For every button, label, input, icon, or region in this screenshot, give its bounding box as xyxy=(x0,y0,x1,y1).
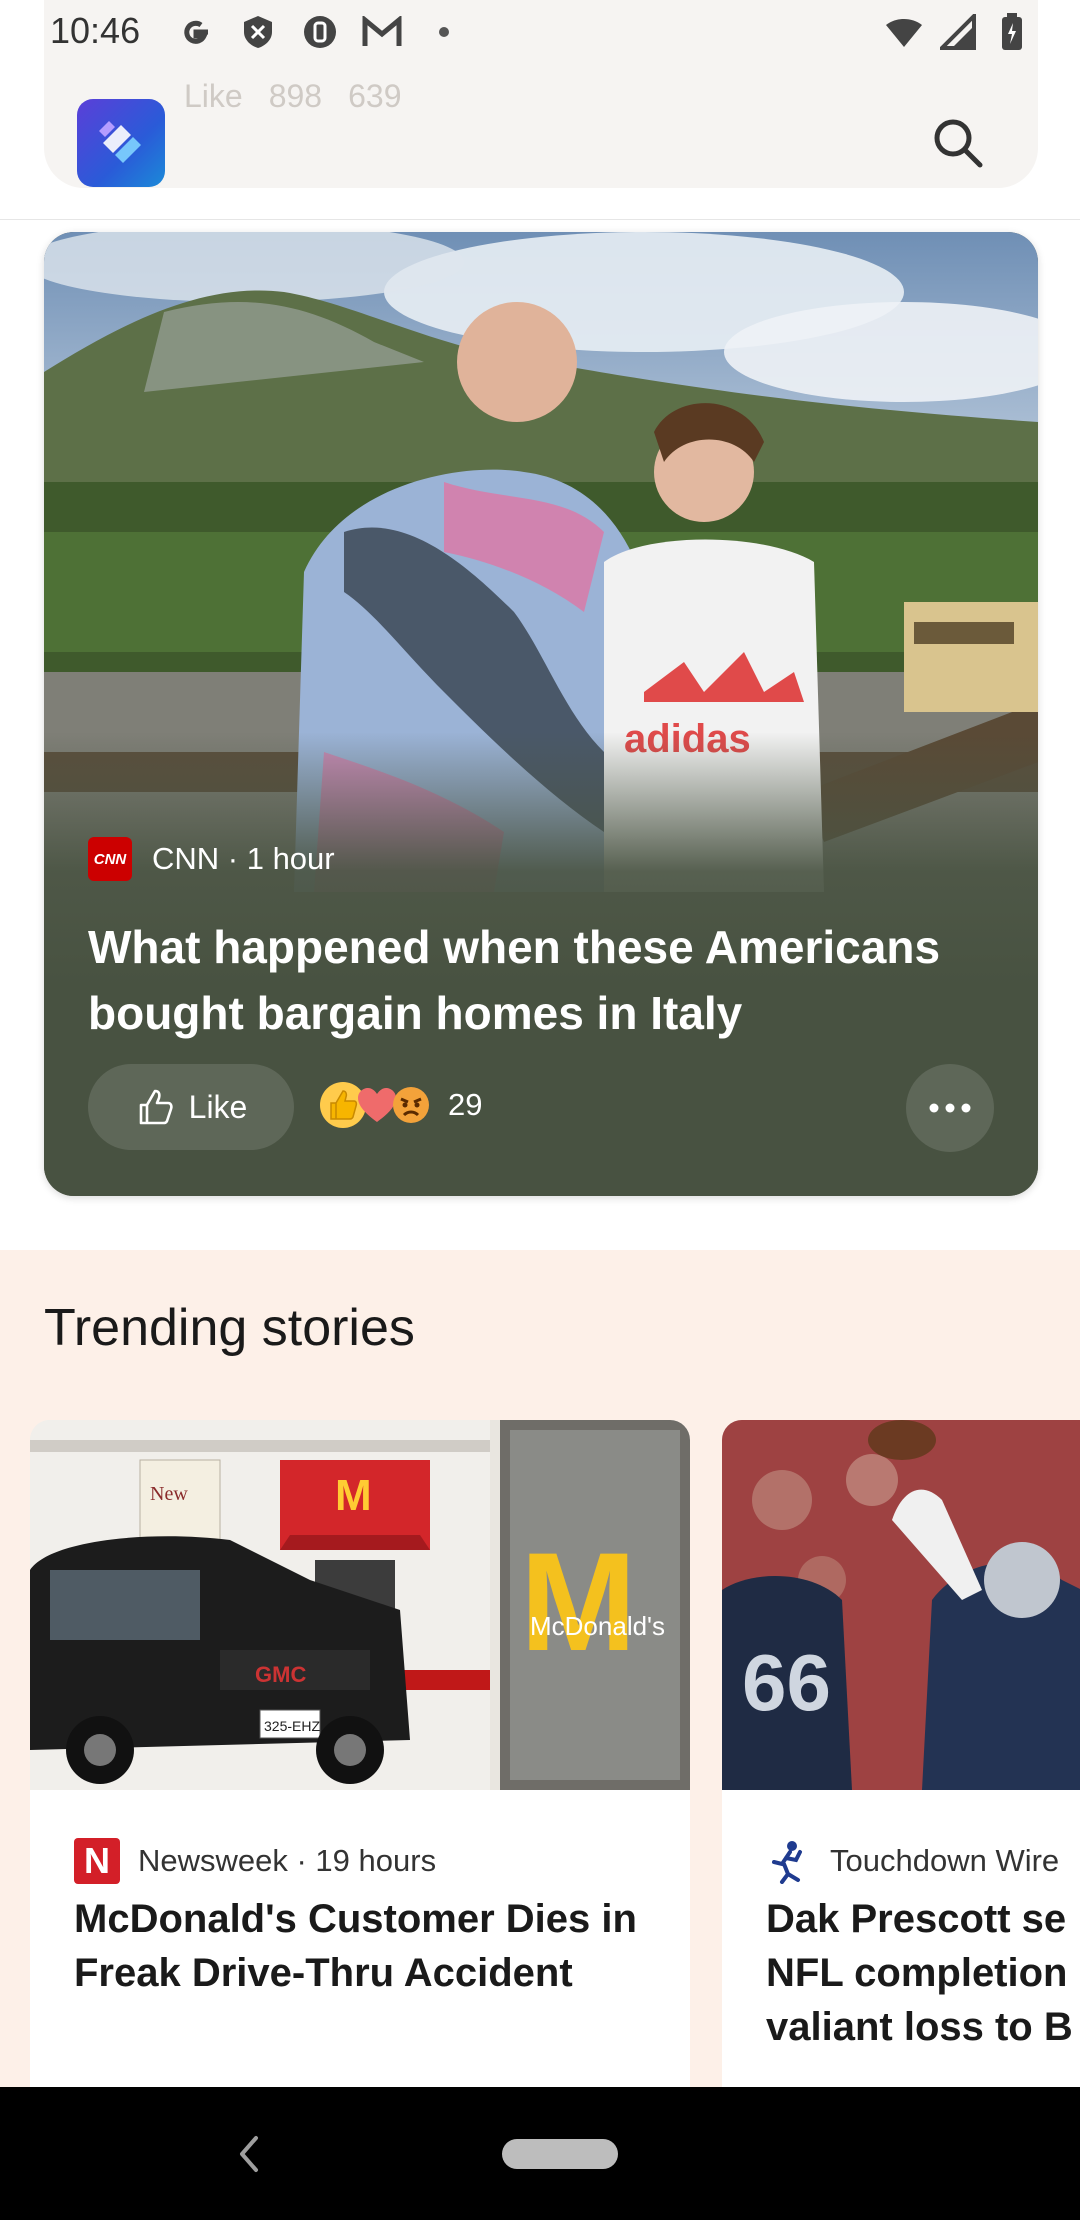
car-brand-text: GMC xyxy=(255,1662,306,1687)
microsoft-start-logo-icon xyxy=(99,121,141,163)
arch-logo-large: M xyxy=(520,1523,637,1680)
ghost-comment-count: 639 xyxy=(348,78,402,114)
trending-card-image: M New M McDonald's GMC 325-EHZ xyxy=(30,1420,690,1790)
battery-icon xyxy=(992,12,1032,52)
ghost-reaction-row: Like 898 639 xyxy=(184,78,401,115)
window-poster-text: New xyxy=(150,1483,188,1505)
status-time: 10:46 xyxy=(50,10,141,51)
trending-section: Trending stories M New M McDonald's GMC … xyxy=(0,1250,1080,2087)
app-logo[interactable] xyxy=(77,99,165,187)
trending-card-source-line: Newsweek · 19 hours xyxy=(138,1843,437,1878)
dot-icon xyxy=(424,12,464,52)
trending-title: Trending stories xyxy=(44,1299,415,1357)
back-chevron-icon xyxy=(240,2136,258,2172)
reactions-summary[interactable]: 29 xyxy=(320,1082,482,1128)
newsweek-logo-icon: N xyxy=(74,1838,120,1884)
trending-card[interactable]: 66 Touchdown Wire Dak Prescott se NFL co… xyxy=(722,1420,1080,2087)
trending-card-source: N Newsweek · 19 hours xyxy=(74,1838,436,1884)
search-icon xyxy=(934,119,983,168)
wifi-icon xyxy=(884,12,924,52)
notification-icons xyxy=(176,12,464,52)
touchdown-wire-logo-icon xyxy=(772,1841,802,1884)
hero-source[interactable]: CNN CNN · 1 hour xyxy=(88,837,335,881)
headline-line: valiant loss to B xyxy=(766,2005,1073,2049)
headline-line: NFL completion xyxy=(766,1951,1068,1995)
hero-headline[interactable]: What happened when these Americans bough… xyxy=(88,914,988,1046)
arch-logo-small: M xyxy=(335,1471,372,1520)
hero-article-card[interactable]: adidas CNN CNN · 1 hour What happened wh… xyxy=(44,232,1038,1196)
gmail-icon xyxy=(362,12,402,52)
trending-card-source: Touchdown Wire xyxy=(766,1838,1059,1884)
system-nav-bar xyxy=(0,2087,1080,2220)
reaction-count: 29 xyxy=(448,1087,483,1122)
ghost-like-label: Like xyxy=(184,78,243,114)
search-button[interactable] xyxy=(918,108,998,178)
status-bar: 10:46 xyxy=(0,0,1080,66)
like-label: Like xyxy=(188,1088,248,1125)
cnn-logo-icon: CNN xyxy=(88,837,132,881)
hero-source-line: CNN · 1 hour xyxy=(152,841,335,876)
signal-icon xyxy=(938,12,978,52)
like-button[interactable]: Like xyxy=(88,1064,294,1150)
back-button[interactable] xyxy=(224,2127,274,2181)
home-pill[interactable] xyxy=(502,2139,618,2169)
more-horizontal-icon xyxy=(929,1103,971,1113)
license-plate-text: 325-EHZ xyxy=(264,1718,320,1734)
shield-icon xyxy=(238,12,278,52)
trending-card-source-line: Touchdown Wire xyxy=(830,1843,1060,1878)
headline-line: Dak Prescott se xyxy=(766,1897,1067,1941)
mcdonalds-sign-text: McDonald's xyxy=(530,1611,665,1641)
trending-card[interactable]: M New M McDonald's GMC 325-EHZ N Newswee… xyxy=(30,1420,690,2087)
google-icon xyxy=(176,12,216,52)
angry-reaction-icon xyxy=(388,1082,434,1128)
ghost-reaction-count: 898 xyxy=(268,78,323,114)
system-icons xyxy=(884,12,1032,52)
trending-card-headline[interactable]: McDonald's Customer Dies in Freak Drive-… xyxy=(74,1892,674,2000)
trending-card-image: 66 xyxy=(722,1420,1080,1790)
trending-card-headline[interactable]: Dak Prescott se NFL completion valiant l… xyxy=(766,1892,1080,2054)
jersey-number-text: 66 xyxy=(742,1638,831,1727)
vpn-icon xyxy=(300,12,340,52)
more-options-button[interactable] xyxy=(906,1064,994,1152)
thumbs-up-icon xyxy=(139,1089,173,1125)
